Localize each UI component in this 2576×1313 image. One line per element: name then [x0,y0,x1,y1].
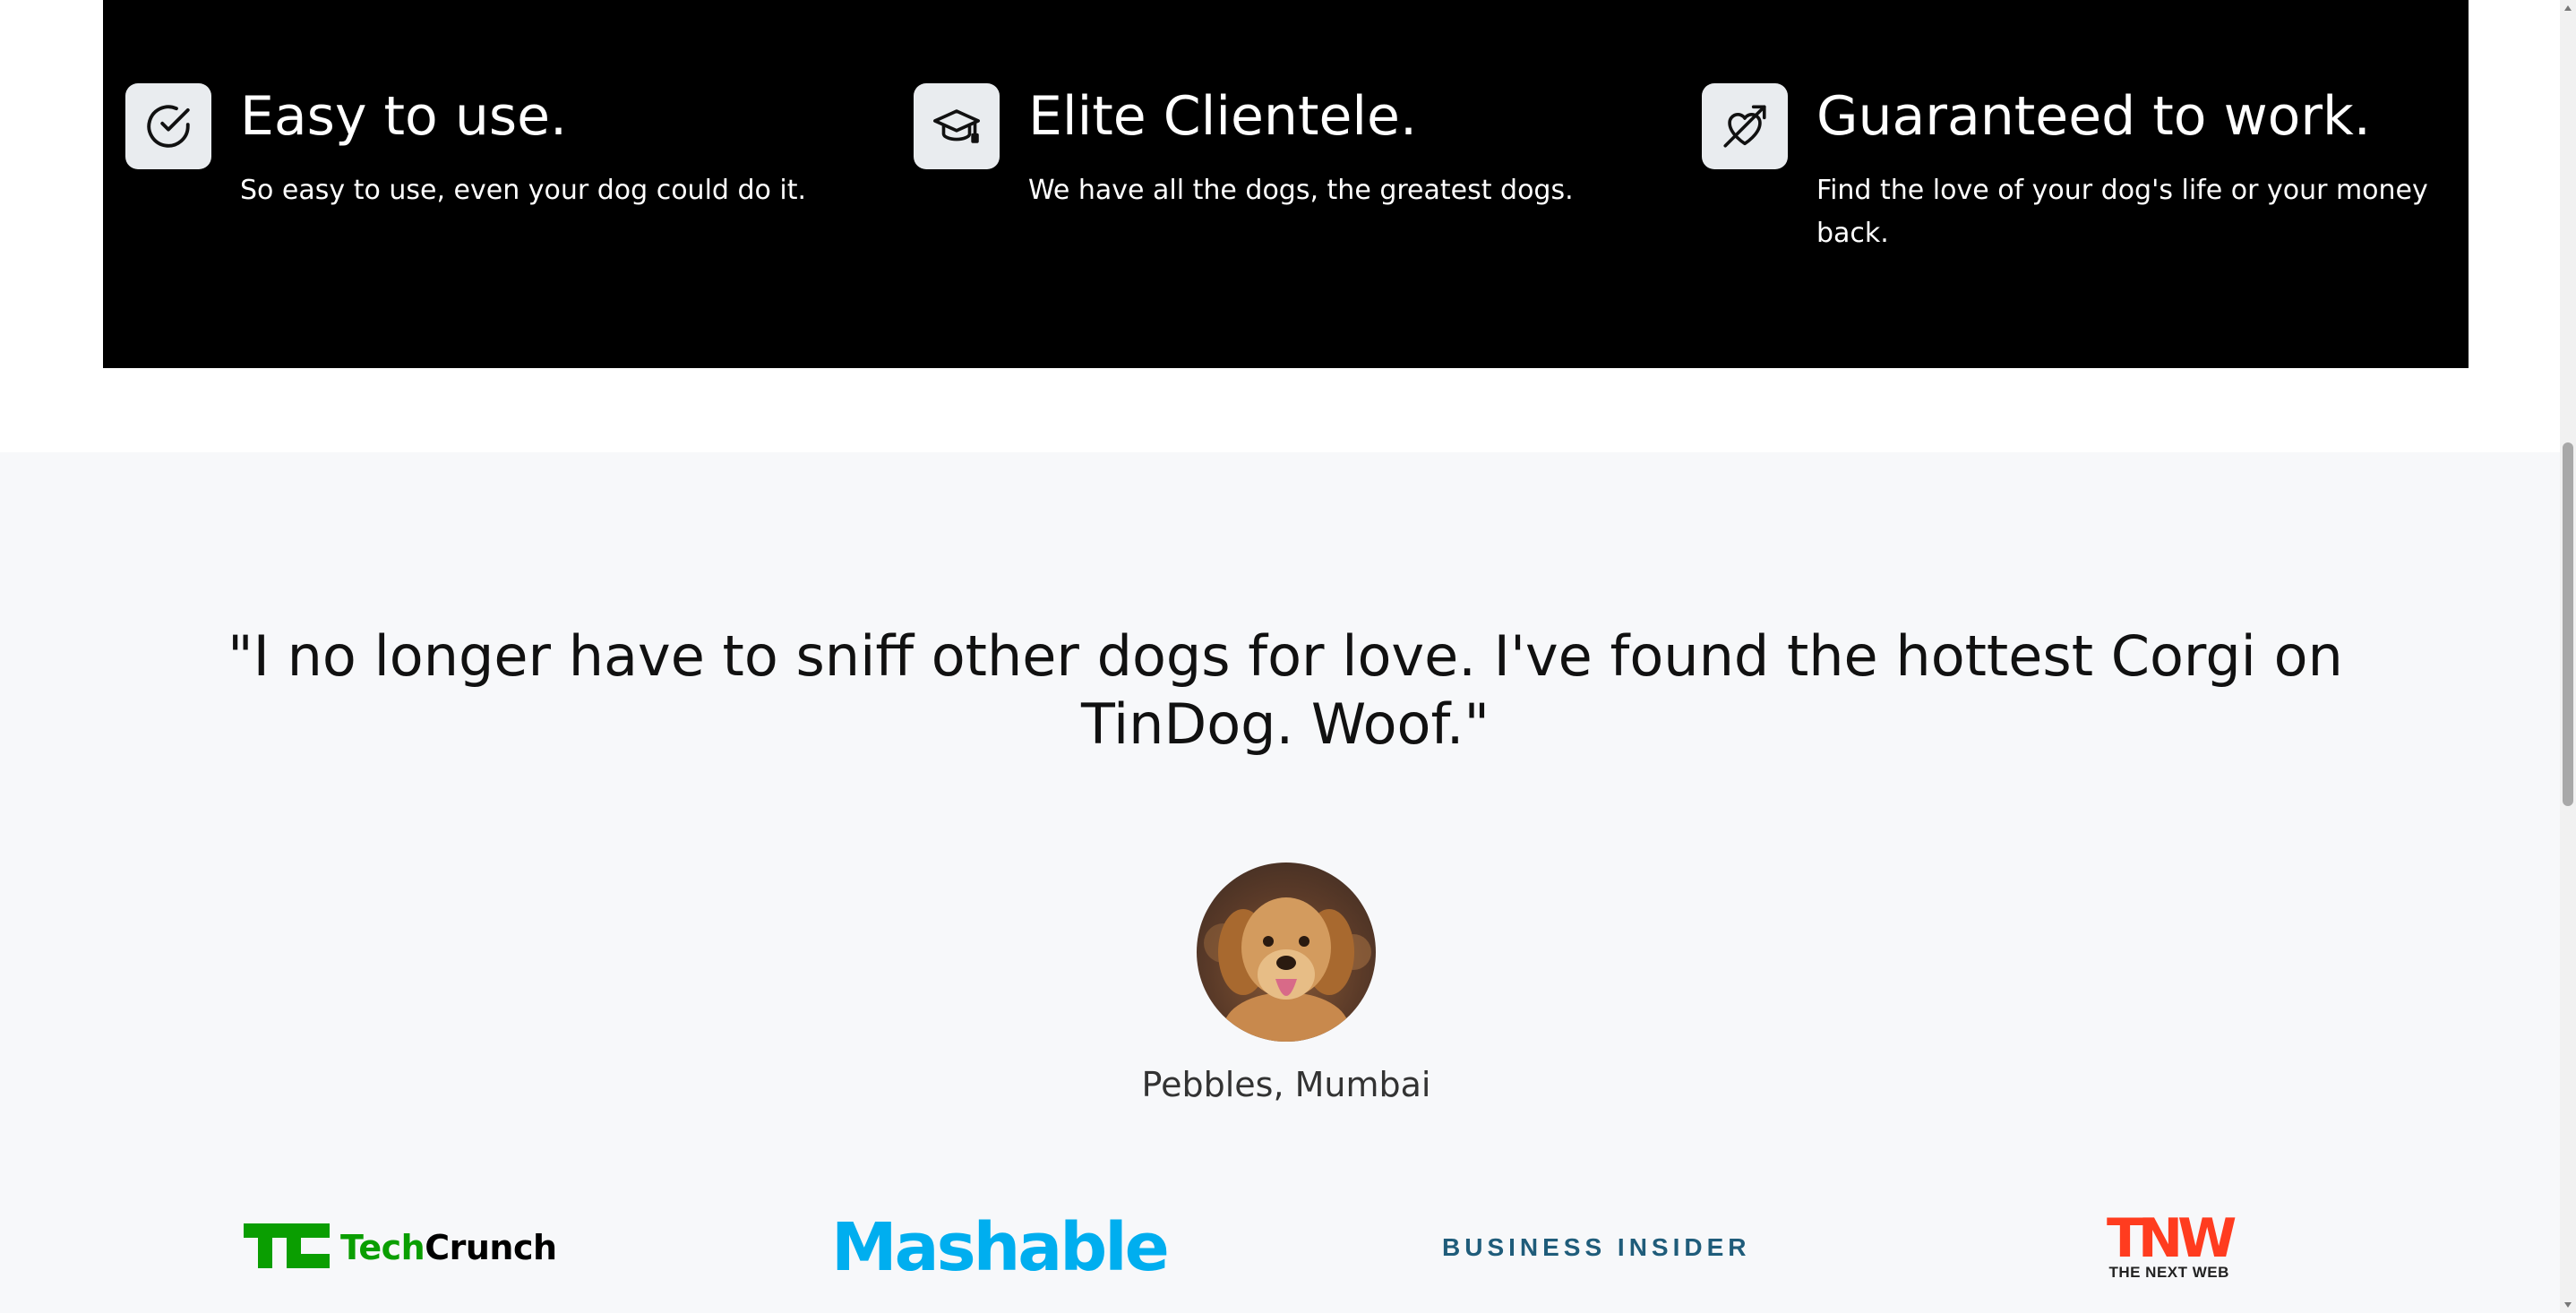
check-circle-icon [125,83,211,169]
business-insider-logo-text: BUSINESS INSIDER [1442,1233,1751,1261]
feature-title: Easy to use. [240,85,568,148]
feature-title: Elite Clientele. [1028,85,1418,148]
feature-description: Find the love of your dog's life or your… [1816,175,2428,249]
feature-description: So easy to use, even your dog could do i… [240,175,807,206]
tnw-logo: TNW THE NEXT WEB [2107,1207,2237,1283]
feature-title: Guaranteed to work. [1816,85,2371,148]
tnw-logo-text: TNW [2107,1207,2237,1270]
vertical-scrollbar[interactable] [2560,0,2576,1313]
testimonial-section: "I no longer have to sniff other dogs fo… [0,452,2560,1313]
business-insider-logo: BUSINESS INSIDER [1442,1212,1751,1283]
tnw-logo-subtext: THE NEXT WEB [2108,1264,2229,1281]
techcrunch-logo-part2: Crunch [425,1228,557,1267]
graduation-cap-icon [914,83,1000,169]
techcrunch-logo-part1: Tech [340,1228,425,1267]
testimonial-quote: "I no longer have to sniff other dogs fo… [228,623,2343,757]
heart-arrow-icon [1702,83,1788,169]
scrollbar-thumb[interactable] [2563,442,2573,806]
scroll-down-arrow-icon[interactable] [2560,1297,2576,1313]
testimonial-author: Pebbles, Mumbai [1141,1065,1431,1104]
mashable-logo-text: Mashable [831,1209,1170,1286]
features-section: Easy to use. So easy to use, even your d… [103,0,2469,368]
scroll-up-arrow-icon[interactable] [2560,0,2576,16]
techcrunch-logo: TechCrunch [244,1212,557,1283]
techcrunch-mark-icon [244,1223,330,1272]
feature-description: We have all the dogs, the greatest dogs. [1028,175,1574,206]
dog-avatar [1197,862,1376,1042]
mashable-logo: Mashable [831,1209,1170,1286]
